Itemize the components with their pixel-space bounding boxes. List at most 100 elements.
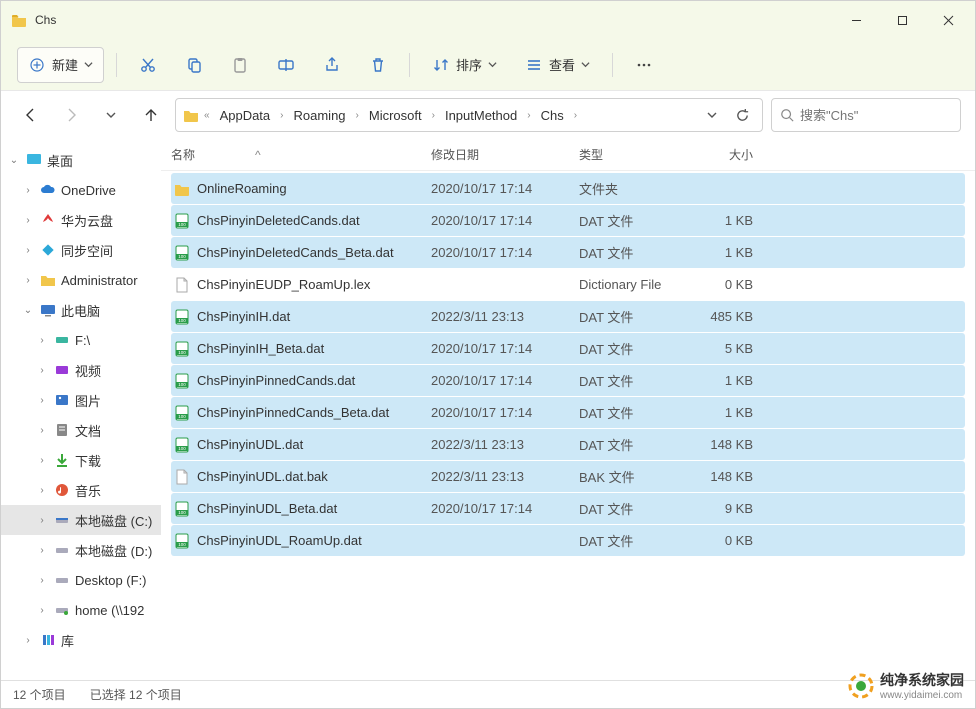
sidebar-item-libraries[interactable]: ›库 [1, 625, 161, 655]
sort-icon [432, 56, 450, 74]
dat-icon: 100 [173, 340, 191, 358]
file-row[interactable]: 100ChsPinyinUDL_Beta.dat2020/10/17 17:14… [171, 493, 965, 524]
scissors-icon [139, 56, 157, 74]
svg-text:100: 100 [178, 318, 186, 323]
file-date: 2022/3/11 23:13 [431, 469, 579, 484]
share-button[interactable] [313, 47, 351, 83]
breadcrumb-item[interactable]: InputMethod [439, 104, 523, 127]
sidebar-item-onedrive[interactable]: ›OneDrive [1, 175, 161, 205]
svg-text:100: 100 [178, 222, 186, 227]
file-icon [173, 276, 191, 294]
minimize-button[interactable] [833, 1, 879, 39]
file-type: DAT 文件 [579, 211, 691, 230]
file-size: 485 KB [691, 309, 761, 324]
file-row[interactable]: 100ChsPinyinPinnedCands_Beta.dat2020/10/… [171, 397, 965, 428]
sort-button[interactable]: 排序 [422, 47, 507, 83]
sidebar-item-local-c[interactable]: ›本地磁盘 (C:) [1, 505, 161, 535]
more-button[interactable] [625, 47, 663, 83]
search-box[interactable] [771, 98, 961, 132]
back-button[interactable] [15, 99, 47, 131]
dat-icon: 100 [173, 532, 191, 550]
recent-button[interactable] [95, 99, 127, 131]
breadcrumb-item[interactable]: Chs [535, 104, 570, 127]
file-row[interactable]: 100ChsPinyinUDL_RoamUp.datDAT 文件0 KB [171, 525, 965, 556]
folder-icon [173, 180, 191, 198]
sidebar-item-admin[interactable]: ›Administrator [1, 265, 161, 295]
cut-button[interactable] [129, 47, 167, 83]
breadcrumb-item[interactable]: Roaming [288, 104, 352, 127]
file-name: ChsPinyinIH.dat [197, 309, 431, 324]
file-row[interactable]: ChsPinyinUDL.dat.bak2022/3/11 23:13BAK 文… [171, 461, 965, 492]
svg-text:100: 100 [178, 414, 186, 419]
sidebar-item-sync[interactable]: ›同步空间 [1, 235, 161, 265]
sidebar-item-home-net[interactable]: ›home (\\192 [1, 595, 161, 625]
dat-icon: 100 [173, 372, 191, 390]
chevron-right-icon: › [430, 110, 437, 121]
status-selection: 已选择 12 个项目 [90, 686, 182, 703]
file-row[interactable]: 100ChsPinyinDeletedCands.dat2020/10/17 1… [171, 205, 965, 236]
breadcrumb-item[interactable]: AppData [214, 104, 277, 127]
pc-icon [39, 301, 57, 319]
breadcrumb-item[interactable]: Microsoft [363, 104, 428, 127]
sidebar-item-pictures[interactable]: ›图片 [1, 385, 161, 415]
file-date: 2020/10/17 17:14 [431, 213, 579, 228]
copy-button[interactable] [175, 47, 213, 83]
video-icon [53, 361, 71, 379]
sidebar-item-local-d[interactable]: ›本地磁盘 (D:) [1, 535, 161, 565]
status-bar: 12 个项目 已选择 12 个项目 [1, 680, 975, 708]
column-date[interactable]: 修改日期 [431, 146, 579, 163]
column-type[interactable]: 类型 [579, 146, 691, 163]
file-row[interactable]: 100ChsPinyinUDL.dat2022/3/11 23:13DAT 文件… [171, 429, 965, 460]
drive-icon [53, 571, 71, 589]
file-row[interactable]: 100ChsPinyinIH_Beta.dat2020/10/17 17:14D… [171, 333, 965, 364]
sidebar-item-music[interactable]: ›音乐 [1, 475, 161, 505]
maximize-button[interactable] [879, 1, 925, 39]
sidebar-item-downloads[interactable]: ›下载 [1, 445, 161, 475]
file-row[interactable]: ChsPinyinEUDP_RoamUp.lexDictionary File0… [171, 269, 965, 300]
file-name: ChsPinyinDeletedCands_Beta.dat [197, 245, 431, 260]
watermark: 纯净系统家园 www.yidaimei.com [848, 670, 964, 701]
close-button[interactable] [925, 1, 971, 39]
address-row: « AppData › Roaming › Microsoft › InputM… [1, 91, 975, 139]
up-button[interactable] [135, 99, 167, 131]
sidebar-item-desktop-f[interactable]: ›Desktop (F:) [1, 565, 161, 595]
documents-icon [53, 421, 71, 439]
svg-text:100: 100 [178, 350, 186, 355]
forward-button[interactable] [55, 99, 87, 131]
status-count: 12 个项目 [13, 686, 66, 703]
sidebar-item-huawei[interactable]: ›华为云盘 [1, 205, 161, 235]
file-size: 1 KB [691, 245, 761, 260]
file-date: 2020/10/17 17:14 [431, 245, 579, 260]
sidebar-item-documents[interactable]: ›文档 [1, 415, 161, 445]
rename-icon [277, 56, 295, 74]
refresh-button[interactable] [728, 101, 756, 129]
file-row[interactable]: 100ChsPinyinDeletedCands_Beta.dat2020/10… [171, 237, 965, 268]
downloads-icon [53, 451, 71, 469]
sidebar-item-desktop[interactable]: ⌄桌面 [1, 145, 161, 175]
chevron-left-icon[interactable]: « [202, 110, 212, 121]
dropdown-button[interactable] [698, 101, 726, 129]
file-row[interactable]: 100ChsPinyinIH.dat2022/3/11 23:13DAT 文件4… [171, 301, 965, 332]
file-row[interactable]: OnlineRoaming2020/10/17 17:14文件夹 [171, 173, 965, 204]
column-name[interactable]: 名称^ [171, 146, 431, 163]
address-bar[interactable]: « AppData › Roaming › Microsoft › InputM… [175, 98, 763, 132]
view-button[interactable]: 查看 [515, 47, 600, 83]
file-row[interactable]: 100ChsPinyinPinnedCands.dat2020/10/17 17… [171, 365, 965, 396]
drive-icon [53, 511, 71, 529]
sidebar-item-thispc[interactable]: ⌄此电脑 [1, 295, 161, 325]
file-type: DAT 文件 [579, 371, 691, 390]
dat-icon: 100 [173, 212, 191, 230]
new-button[interactable]: 新建 [17, 47, 104, 83]
paste-button[interactable] [221, 47, 259, 83]
sidebar-item-video[interactable]: ›视频 [1, 355, 161, 385]
file-type: 文件夹 [579, 179, 691, 198]
search-input[interactable] [800, 108, 976, 123]
column-size[interactable]: 大小 [691, 146, 761, 163]
chevron-down-icon [581, 60, 590, 69]
file-date: 2022/3/11 23:13 [431, 309, 579, 324]
delete-button[interactable] [359, 47, 397, 83]
dat-icon: 100 [173, 404, 191, 422]
rename-button[interactable] [267, 47, 305, 83]
sidebar-item-f-drive[interactable]: ›F:\ [1, 325, 161, 355]
network-drive-icon [53, 601, 71, 619]
